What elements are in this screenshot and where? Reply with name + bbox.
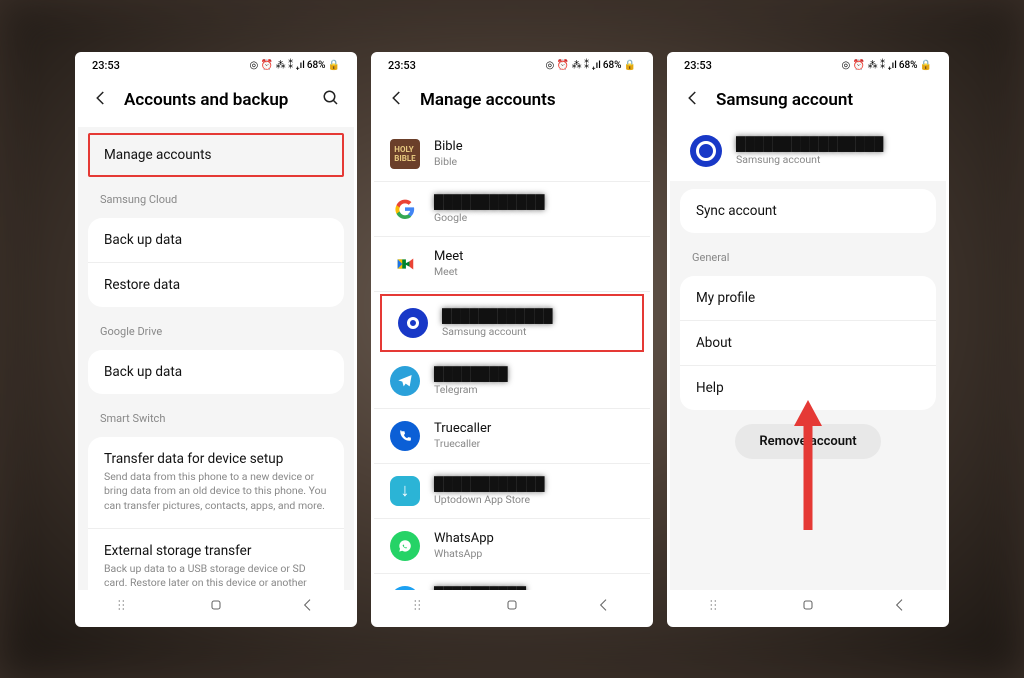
status-right: ◎ ⏰ ⁂ ⁑ ₊ıl 68%🔒 bbox=[546, 60, 637, 71]
sync-card: Sync account bbox=[680, 189, 936, 233]
account-row-bible[interactable]: HOLYBIBLE BibleBible bbox=[374, 127, 650, 182]
phone-manage-accounts: 23:53 ◎ ⏰ ⁂ ⁑ ₊ıl 68%🔒 Manage accounts H… bbox=[371, 52, 653, 627]
back-icon[interactable] bbox=[388, 89, 406, 111]
backup-data-row[interactable]: Back up data bbox=[88, 218, 344, 263]
status-bar: 23:53 ◎ ⏰ ⁂ ⁑ ₊ıl 68%🔒 bbox=[374, 55, 650, 77]
content: Sync account General My profile About He… bbox=[670, 181, 946, 590]
my-profile-row[interactable]: My profile bbox=[680, 276, 936, 321]
screen-header: Manage accounts bbox=[374, 77, 650, 127]
bible-icon: HOLYBIBLE bbox=[390, 139, 420, 169]
help-row[interactable]: Help bbox=[680, 366, 936, 410]
status-bar: 23:53 ◎ ⏰ ⁂ ⁑ ₊ıl 68%🔒 bbox=[78, 55, 354, 77]
section-samsung-cloud: Samsung Cloud bbox=[78, 183, 354, 210]
recents-button[interactable] bbox=[708, 597, 724, 617]
account-row-truecaller[interactable]: TruecallerTruecaller bbox=[374, 409, 650, 464]
account-row-x[interactable]: ██████████X bbox=[374, 574, 650, 590]
page-title: Accounts and backup bbox=[124, 90, 308, 110]
status-right: ◎ ⏰ ⁂ ⁑ ₊ıl 68%🔒 bbox=[250, 60, 341, 71]
account-row-uptodown[interactable]: ↓ ████████████Uptodown App Store bbox=[374, 464, 650, 519]
content: Manage accounts Samsung Cloud Back up da… bbox=[78, 127, 354, 590]
account-email: ████████████████ bbox=[736, 136, 883, 152]
screen-header: Samsung account bbox=[670, 77, 946, 127]
phone-samsung-account: 23:53 ◎ ⏰ ⁂ ⁑ ₊ıl 68%🔒 Samsung account █… bbox=[667, 52, 949, 627]
uptodown-icon: ↓ bbox=[390, 476, 420, 506]
accounts-list: HOLYBIBLE BibleBible ████████████Google … bbox=[374, 127, 650, 590]
samsung-cloud-card: Back up data Restore data bbox=[88, 218, 344, 307]
meet-icon bbox=[390, 249, 420, 279]
home-button[interactable] bbox=[208, 597, 224, 617]
back-button[interactable] bbox=[596, 597, 612, 617]
back-icon[interactable] bbox=[92, 89, 110, 111]
drive-backup-row[interactable]: Back up data bbox=[88, 350, 344, 394]
android-navbar bbox=[670, 590, 946, 624]
whatsapp-icon bbox=[390, 531, 420, 561]
status-time: 23:53 bbox=[684, 59, 712, 72]
status-right: ◎ ⏰ ⁂ ⁑ ₊ıl 68%🔒 bbox=[842, 60, 933, 71]
account-row-meet[interactable]: MeetMeet bbox=[374, 237, 650, 292]
search-icon[interactable] bbox=[322, 89, 340, 111]
page-title: Samsung account bbox=[716, 90, 932, 110]
home-button[interactable] bbox=[800, 597, 816, 617]
screen-header: Accounts and backup bbox=[78, 77, 354, 127]
account-row-google[interactable]: ████████████Google bbox=[374, 182, 650, 237]
transfer-row[interactable]: Transfer data for device setup Send data… bbox=[88, 437, 344, 529]
account-row-samsung[interactable]: ████████████Samsung account bbox=[382, 296, 642, 350]
samsung-account-icon bbox=[398, 308, 428, 338]
telegram-icon bbox=[390, 366, 420, 396]
restore-data-row[interactable]: Restore data bbox=[88, 263, 344, 307]
status-time: 23:53 bbox=[92, 59, 120, 72]
account-type: Samsung account bbox=[736, 153, 883, 166]
back-button[interactable] bbox=[300, 597, 316, 617]
account-header: ████████████████ Samsung account bbox=[670, 127, 946, 181]
status-bar: 23:53 ◎ ⏰ ⁂ ⁑ ₊ıl 68%🔒 bbox=[670, 55, 946, 77]
google-icon bbox=[390, 194, 420, 224]
section-smart-switch: Smart Switch bbox=[78, 402, 354, 429]
back-button[interactable] bbox=[892, 597, 908, 617]
home-button[interactable] bbox=[504, 597, 520, 617]
android-navbar bbox=[78, 590, 354, 624]
section-general: General bbox=[670, 241, 946, 268]
manage-accounts-label: Manage accounts bbox=[90, 135, 342, 175]
back-icon[interactable] bbox=[684, 89, 702, 111]
recents-button[interactable] bbox=[116, 597, 132, 617]
general-card: My profile About Help bbox=[680, 276, 936, 410]
samsung-account-icon bbox=[690, 135, 722, 167]
sync-account-row[interactable]: Sync account bbox=[680, 189, 936, 233]
account-row-whatsapp[interactable]: WhatsAppWhatsApp bbox=[374, 519, 650, 574]
smart-switch-card: Transfer data for device setup Send data… bbox=[88, 437, 344, 590]
android-navbar bbox=[374, 590, 650, 624]
truecaller-icon bbox=[390, 421, 420, 451]
phone-accounts-backup: 23:53 ◎ ⏰ ⁂ ⁑ ₊ıl 68%🔒 Accounts and back… bbox=[75, 52, 357, 627]
section-google-drive: Google Drive bbox=[78, 315, 354, 342]
status-time: 23:53 bbox=[388, 59, 416, 72]
remove-account-button[interactable]: Remove account bbox=[735, 424, 880, 459]
highlight-samsung-account: ████████████Samsung account bbox=[380, 294, 644, 352]
account-row-telegram[interactable]: ████████Telegram bbox=[374, 354, 650, 409]
page-title: Manage accounts bbox=[420, 90, 636, 110]
about-row[interactable]: About bbox=[680, 321, 936, 366]
recents-button[interactable] bbox=[412, 597, 428, 617]
manage-accounts-row[interactable]: Manage accounts bbox=[88, 133, 344, 177]
google-drive-card: Back up data bbox=[88, 350, 344, 394]
external-storage-row[interactable]: External storage transfer Back up data t… bbox=[88, 529, 344, 590]
